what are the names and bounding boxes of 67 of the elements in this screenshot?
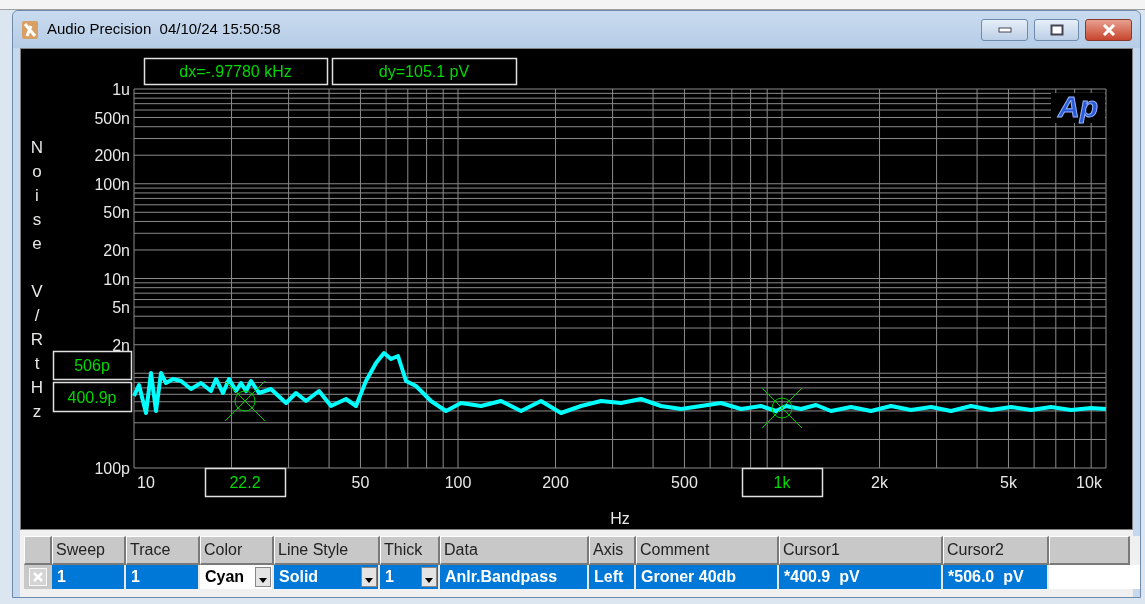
y-tick-label: 1u [112, 81, 130, 98]
x-tick-label: 200 [542, 474, 569, 491]
corner-header-cell[interactable] [24, 536, 52, 565]
app-icon [21, 19, 39, 40]
cross-icon [32, 571, 44, 583]
y-tick-label: 200n [94, 147, 130, 165]
table-cell[interactable]: *400.9 pV [779, 565, 943, 589]
dropdown-button[interactable] [361, 567, 377, 587]
cell-value: Solid [279, 567, 320, 587]
caret-icon [259, 578, 267, 583]
cursor-marker[interactable] [224, 380, 266, 422]
table-cell[interactable]: Anlr.Bandpass [440, 565, 589, 589]
y-cursor-readout: 400.9p [52, 381, 133, 413]
x-cursor-readout: 22.2 [204, 467, 287, 498]
column-header[interactable]: Cursor2 [943, 536, 1049, 565]
y-cursor-readout: 506p [52, 350, 133, 381]
x-tick-label: 100 [444, 474, 472, 491]
x-tick-label: 500 [671, 474, 698, 491]
cursor-delta-readout: dy=105.1 pV [331, 57, 518, 86]
dropdown-cell[interactable]: 1 [380, 565, 440, 589]
x-cursor-readout: 1k [741, 467, 824, 498]
table-cell[interactable]: Left [589, 565, 636, 589]
y-tick-label: 100p [94, 460, 130, 477]
dropdown-button[interactable] [255, 567, 271, 587]
table-cell[interactable]: 1 [52, 565, 126, 589]
column-header[interactable]: Trace [126, 536, 200, 565]
table-cell[interactable]: *506.0 pV [943, 565, 1049, 589]
y-tick-label: 50n [103, 204, 130, 222]
column-header[interactable]: Thick [380, 536, 440, 565]
maximize-button[interactable] [1034, 18, 1079, 41]
dropdown-button[interactable] [421, 567, 437, 587]
minimize-icon [997, 26, 1012, 33]
x-tick-label: 10k [1076, 474, 1102, 491]
caret-icon [425, 578, 433, 583]
close-icon [1100, 23, 1117, 36]
table-cell[interactable]: Groner 40db [636, 565, 779, 589]
column-header[interactable]: Sweep [52, 536, 126, 565]
cursor-marker[interactable] [761, 387, 803, 429]
x-tick-label: 50 [351, 474, 370, 491]
x-tick-label: 5k [1000, 474, 1017, 491]
cursor-delta-readout: dx=-.97780 kHz [143, 57, 329, 86]
y-tick-label: 5n [112, 299, 130, 316]
x-axis-label: Hz [610, 510, 630, 527]
table-cell[interactable]: 1 [126, 565, 200, 589]
dropdown-cell[interactable]: Solid [274, 565, 380, 589]
y-tick-label: 10n [103, 270, 130, 288]
caret-icon [365, 578, 373, 583]
column-header[interactable]: Comment [636, 536, 779, 565]
x-tick-label: 10 [137, 474, 155, 491]
close-button[interactable] [1085, 18, 1132, 41]
column-header[interactable]: Cursor1 [779, 536, 943, 565]
y-tick-label: 20n [103, 242, 130, 259]
y-tick-label: 500n [94, 109, 130, 127]
maximize-icon [1049, 23, 1064, 36]
window-title: Audio Precision 04/10/24 15:50:58 [47, 19, 281, 40]
y-axis-label: Noise V/RtHz [30, 138, 44, 421]
x-tick-label: 2k [871, 474, 888, 491]
column-header[interactable]: Axis [589, 536, 636, 565]
column-header[interactable]: Data [440, 536, 589, 565]
minimize-button[interactable] [981, 18, 1028, 41]
brand-logo: Ap [1058, 90, 1098, 123]
cell-value: Cyan [205, 567, 246, 587]
row-checkbox[interactable] [29, 568, 47, 586]
cell-value: 1 [385, 567, 395, 587]
column-header[interactable]: Line Style [274, 536, 380, 565]
column-header[interactable]: Color [200, 536, 274, 565]
y-tick-label: 100n [94, 175, 130, 193]
